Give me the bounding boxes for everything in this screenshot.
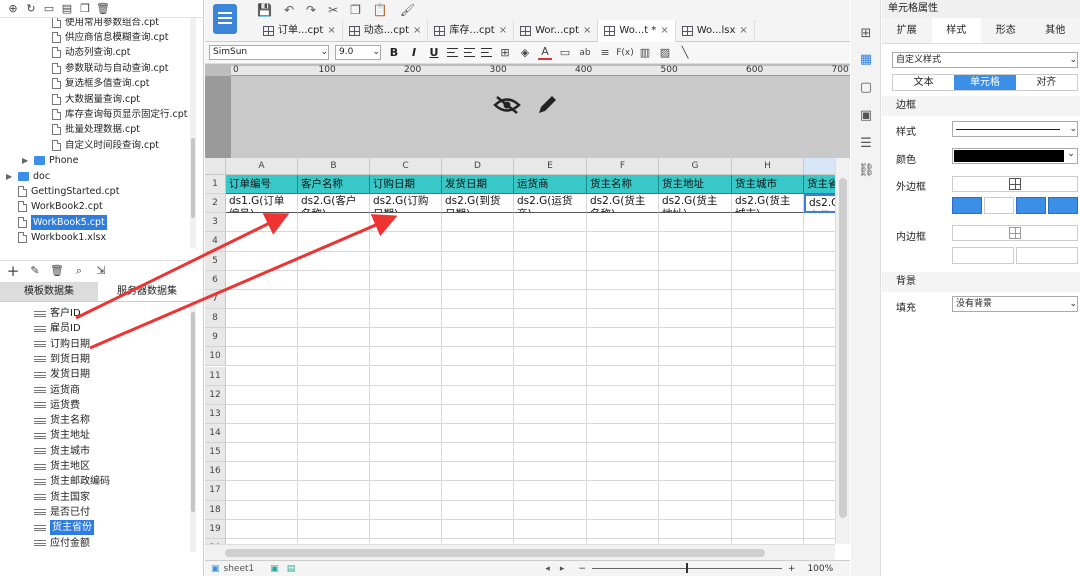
annotation-arrows	[75, 213, 398, 350]
arrow-customer-id	[75, 213, 290, 320]
